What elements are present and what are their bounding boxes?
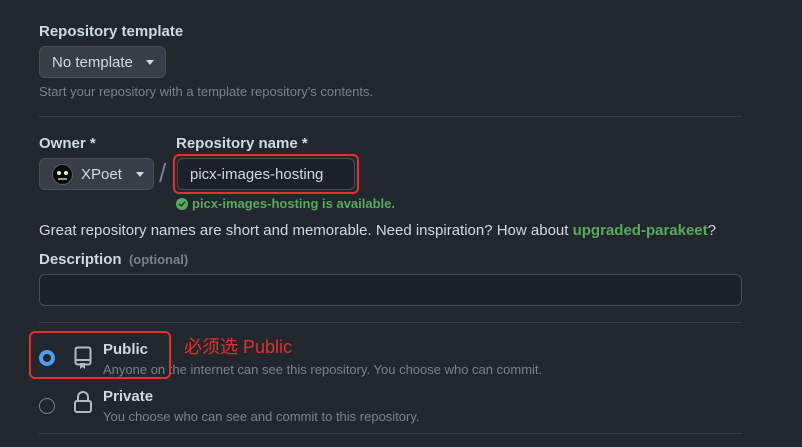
triangle-down-icon (135, 171, 144, 177)
owner-label: Owner * (39, 135, 96, 152)
description-optional: (optional) (128, 252, 189, 267)
check-circle-fill-icon (176, 197, 188, 210)
annotation-highlight-public (29, 331, 171, 379)
visibility-private-description: You choose who can see and commit to thi… (103, 409, 420, 424)
name-suggestion-link[interactable]: upgraded-parakeet (573, 222, 708, 239)
availability-text: picx-images-hosting is available. (192, 196, 396, 211)
inspiration-text: Great repository names are short and mem… (39, 222, 716, 239)
owner-dropdown-button[interactable]: XPoet (39, 158, 154, 190)
template-button-label: No template (52, 53, 133, 71)
description-label-row: Description (optional) (39, 251, 188, 269)
divider (39, 322, 742, 323)
annotation-note: 必须选 Public (184, 337, 293, 357)
inspiration-suffix: ? (707, 222, 716, 239)
description-input[interactable] (39, 274, 742, 306)
inspiration-prefix: Great repository names are short and mem… (39, 222, 573, 239)
divider (39, 116, 742, 117)
triangle-down-icon (145, 59, 154, 65)
annotation-highlight-repo-name (173, 154, 359, 194)
template-label: Repository template (39, 23, 184, 40)
lock-icon (74, 391, 92, 413)
availability-status: picx-images-hosting is available. (176, 196, 395, 211)
description-label: Description (39, 251, 122, 268)
divider (39, 433, 742, 434)
owner-repo-separator: / (159, 158, 167, 188)
template-dropdown-button[interactable]: No template (39, 46, 166, 78)
template-hint: Start your repository with a template re… (39, 84, 374, 99)
repository-name-label: Repository name * (176, 135, 308, 152)
visibility-private-title: Private (103, 388, 154, 405)
owner-name: XPoet (81, 165, 122, 183)
avatar (52, 163, 73, 185)
visibility-private-radio[interactable] (39, 398, 55, 414)
